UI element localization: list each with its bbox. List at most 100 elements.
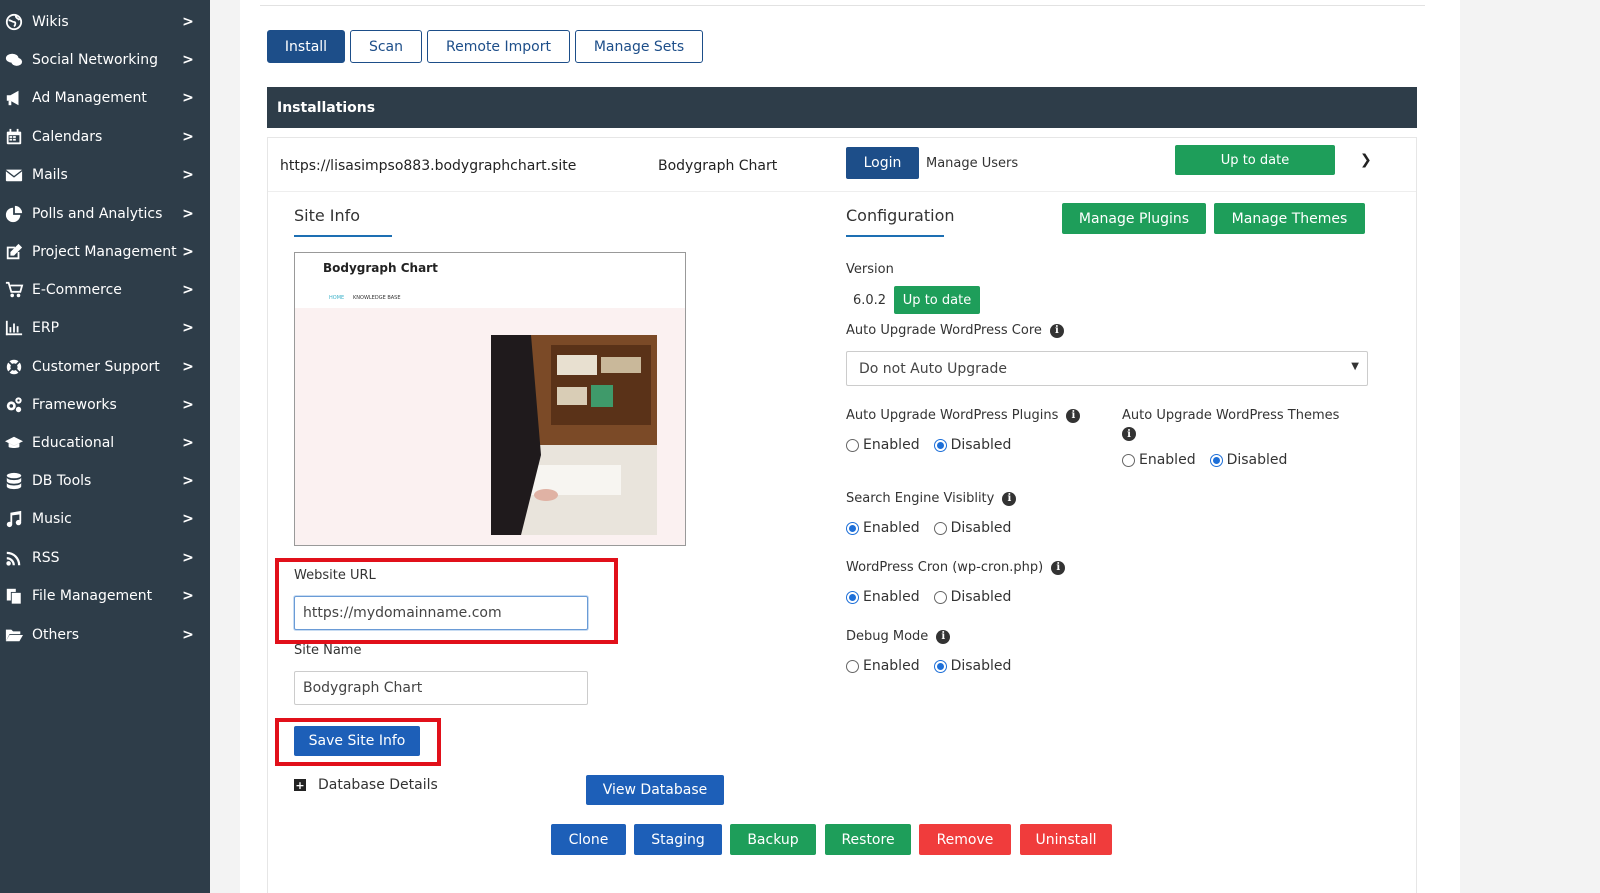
sidebar-item-e-commerce[interactable]: E-Commerce > [0, 271, 210, 309]
info-icon[interactable]: i [936, 629, 951, 644]
radio-option-enabled[interactable]: Enabled [846, 589, 920, 605]
clone-button[interactable]: Clone [551, 824, 626, 855]
chevron-right-icon: > [182, 435, 194, 451]
radio-option-enabled[interactable]: Enabled [846, 658, 920, 674]
view-database-button[interactable]: View Database [586, 775, 724, 805]
staging-button[interactable]: Staging [634, 824, 722, 855]
radio-button[interactable] [846, 590, 859, 604]
main-panel: Install Scan Remote Import Manage Sets I… [240, 0, 1460, 893]
tab-scan[interactable]: Scan [350, 30, 422, 63]
radio-button[interactable] [933, 521, 947, 535]
auto-upgrade-core-selected: Do not Auto Upgrade [859, 360, 1007, 377]
site-info-tab-underline [294, 235, 392, 237]
radio-button[interactable] [933, 590, 947, 604]
site-name-label: Site Name [294, 643, 362, 658]
info-icon[interactable]: i [1122, 427, 1136, 441]
remove-button[interactable]: Remove [919, 824, 1011, 855]
divider [260, 5, 1425, 6]
chevron-down-icon[interactable]: ❯ [1360, 152, 1372, 168]
info-icon[interactable]: i [1049, 323, 1064, 338]
radio-button[interactable] [933, 659, 947, 673]
sidebar-item-rss[interactable]: RSS > [0, 539, 210, 577]
preview-nav-knowledge-base: KNOWLEDGE BASE [353, 295, 401, 301]
radio-label: Enabled [1139, 452, 1196, 468]
sidebar-item-label: Calendars [32, 129, 103, 145]
search-engine-label: Search Engine Visiblity i [846, 491, 1017, 506]
sidebar-item-label: Ad Management [32, 90, 147, 106]
tab-remote-import[interactable]: Remote Import [427, 30, 570, 63]
info-icon[interactable]: i [1066, 408, 1081, 423]
debug-mode-label: Debug Mode i [846, 629, 951, 644]
restore-button[interactable]: Restore [825, 824, 911, 855]
auto-upgrade-core-select[interactable]: Do not Auto Upgrade ▼ [846, 351, 1368, 386]
radio-option-disabled[interactable]: Disabled [933, 520, 1011, 536]
sidebar-item-project-management[interactable]: Project Management > [0, 233, 210, 271]
sidebar-item-frameworks[interactable]: Frameworks > [0, 386, 210, 424]
radio-option-enabled[interactable]: Enabled [846, 437, 920, 453]
info-icon[interactable]: i [1002, 491, 1017, 506]
radio-label: Enabled [863, 658, 920, 674]
configuration-tab[interactable]: Configuration [846, 206, 955, 225]
tab-manage-sets[interactable]: Manage Sets [575, 30, 703, 63]
chevron-right-icon: > [182, 14, 194, 30]
site-name-input[interactable] [294, 671, 588, 705]
radio-button[interactable] [846, 438, 859, 452]
sidebar-item-social-networking[interactable]: Social Networking > [0, 41, 210, 79]
sidebar-item-music[interactable]: Music > [0, 500, 210, 538]
chevron-right-icon: > [182, 282, 194, 298]
sidebar-item-ad-management[interactable]: Ad Management > [0, 79, 210, 117]
radio-option-disabled[interactable]: Disabled [933, 437, 1011, 453]
radio-button[interactable] [933, 438, 947, 452]
calendar-icon [2, 127, 26, 147]
radio-option-disabled[interactable]: Disabled [933, 589, 1012, 605]
info-icon[interactable]: i [1051, 560, 1066, 575]
sidebar-item-others[interactable]: Others > [0, 616, 210, 654]
sidebar-item-mails[interactable]: Mails > [0, 156, 210, 194]
sidebar-item-polls-and-analytics[interactable]: Polls and Analytics > [0, 195, 210, 233]
tab-install[interactable]: Install [267, 30, 345, 63]
manage-themes-button[interactable]: Manage Themes [1214, 203, 1365, 234]
sidebar-item-label: Music [32, 511, 72, 527]
radio-option-disabled[interactable]: Disabled [933, 658, 1012, 674]
sidebar-item-calendars[interactable]: Calendars > [0, 118, 210, 156]
preview-nav-home: HOME [329, 295, 345, 301]
bar-chart-icon [2, 318, 26, 338]
sidebar-item-label: Wikis [32, 14, 69, 30]
manage-users-link[interactable]: Manage Users [926, 156, 1018, 171]
auto-upgrade-plugins-text: Auto Upgrade WordPress Plugins [846, 408, 1059, 423]
backup-button[interactable]: Backup [730, 824, 816, 855]
radio-option-disabled[interactable]: Disabled [1209, 452, 1287, 468]
debug-mode-radios: Enabled Disabled [846, 658, 1025, 674]
sidebar-item-db-tools[interactable]: DB Tools > [0, 462, 210, 500]
cron-text: WordPress Cron (wp-cron.php) [846, 560, 1044, 575]
radio-option-enabled[interactable]: Enabled [1122, 452, 1196, 468]
radio-button[interactable] [1209, 453, 1223, 467]
site-info-tab[interactable]: Site Info [294, 206, 360, 225]
login-button[interactable]: Login [846, 147, 919, 179]
radio-option-enabled[interactable]: Enabled [846, 520, 920, 536]
radio-button[interactable] [846, 659, 859, 673]
radio-label: Disabled [950, 589, 1012, 605]
sidebar-item-file-management[interactable]: File Management > [0, 577, 210, 615]
radio-button[interactable] [846, 521, 859, 535]
sidebar-item-educational[interactable]: Educational > [0, 424, 210, 462]
version-label: Version [846, 262, 894, 277]
version-status-badge: Up to date [894, 286, 980, 314]
sidebar-item-label: ERP [32, 320, 60, 336]
uninstall-button[interactable]: Uninstall [1020, 824, 1112, 855]
installation-url-link[interactable]: https://lisasimpso883.bodygraphchart.sit… [280, 158, 576, 174]
radio-button[interactable] [1122, 453, 1135, 467]
cron-radios: Enabled Disabled [846, 589, 1025, 605]
auto-upgrade-themes-label: Auto Upgrade WordPress Themes [1122, 408, 1362, 423]
sidebar-item-label: Frameworks [32, 397, 117, 413]
manage-plugins-button[interactable]: Manage Plugins [1062, 203, 1206, 234]
database-details-toggle[interactable]: + Database Details [294, 777, 438, 793]
sidebar-item-label: DB Tools [32, 473, 92, 489]
sidebar-item-label: Educational [32, 435, 115, 451]
sidebar-item-erp[interactable]: ERP > [0, 309, 210, 347]
chevron-right-icon: > [182, 627, 194, 643]
sidebar-item-wikis[interactable]: Wikis > [0, 3, 210, 41]
sidebar-item-customer-support[interactable]: Customer Support > [0, 348, 210, 386]
radio-label: Disabled [950, 658, 1012, 674]
site-preview-screenshot: Bodygraph Chart HOME KNOWLEDGE BASE [294, 252, 686, 546]
